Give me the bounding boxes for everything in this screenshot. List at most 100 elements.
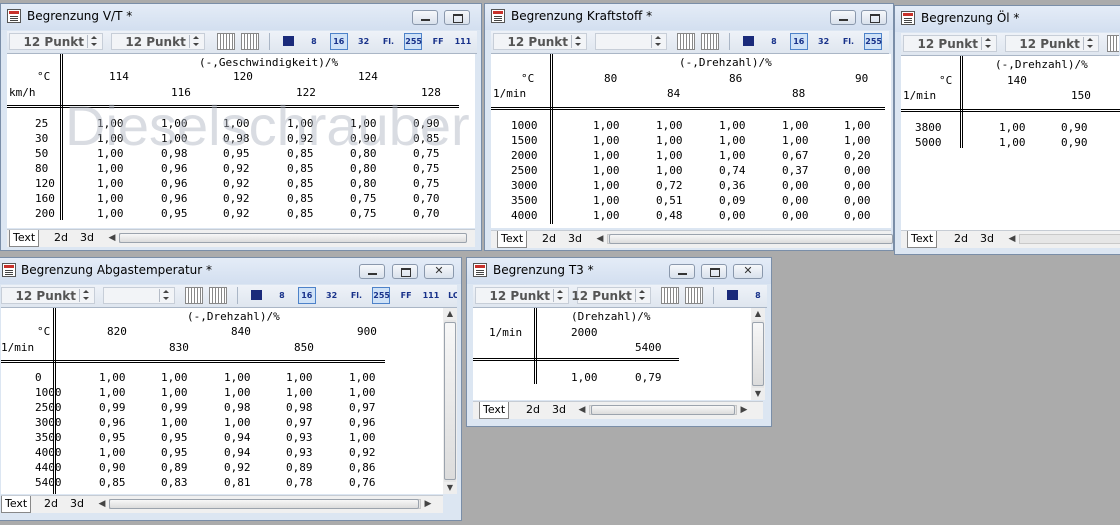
scroll-track[interactable]	[1019, 234, 1120, 244]
hex-view-icon[interactable]	[660, 287, 679, 304]
scroll-left-icon[interactable]: ◀	[97, 498, 107, 510]
block-view-icon[interactable]	[248, 287, 267, 304]
table-cell[interactable]: 0,85	[287, 207, 314, 221]
maximize-button[interactable]	[701, 264, 727, 279]
minimize-button[interactable]	[412, 10, 438, 25]
tab-3d[interactable]: 3d	[77, 230, 97, 246]
spin-icon[interactable]	[650, 35, 665, 48]
bits-32-button[interactable]: 32	[355, 33, 373, 50]
table-cell[interactable]: 1,00	[97, 162, 124, 176]
table-cell[interactable]: 1,00	[844, 119, 871, 133]
table-cell[interactable]: 1,00	[593, 164, 620, 178]
scroll-thumb[interactable]	[109, 499, 419, 509]
tab-text[interactable]: Text	[9, 230, 40, 247]
table-cell[interactable]: 0,78	[286, 476, 313, 490]
table-cell[interactable]: 0,98	[224, 401, 251, 415]
bits-8-button[interactable]: 8	[273, 287, 291, 304]
table-cell[interactable]: 0,00	[844, 164, 871, 178]
spin-icon[interactable]	[981, 37, 995, 50]
scroll-left-icon[interactable]: ◀	[595, 233, 605, 245]
table-cell[interactable]: 0,20	[844, 149, 871, 163]
hex-view-icon[interactable]	[216, 33, 235, 50]
table-cell[interactable]: 0,92	[287, 132, 314, 146]
lohi-button[interactable]: LOHI	[447, 287, 457, 304]
table-cell[interactable]: 1,00	[349, 386, 376, 400]
tab-2d[interactable]: 2d	[951, 231, 971, 247]
table-cell[interactable]: 0,98	[286, 401, 313, 415]
tab-text[interactable]: Text	[907, 231, 938, 248]
table-cell[interactable]: 0,75	[413, 162, 440, 176]
scroll-up-icon[interactable]: ▲	[751, 308, 765, 320]
table-view-icon[interactable]	[685, 287, 704, 304]
table-cell[interactable]: 0,75	[350, 207, 377, 221]
table-cell[interactable]: 1,00	[593, 119, 620, 133]
horizontal-scrollbar[interactable]: ◀ ▶	[97, 498, 443, 510]
tab-3d[interactable]: 3d	[977, 231, 997, 247]
font-size-select[interactable]: 12 Punkt	[571, 287, 651, 304]
table-cell[interactable]: 0,89	[286, 461, 313, 475]
float-button[interactable]: Fl.	[379, 33, 397, 50]
minimize-button[interactable]	[830, 10, 856, 25]
table-cell[interactable]: 0,90	[1061, 121, 1088, 135]
maximize-button[interactable]	[392, 264, 418, 279]
table-cell[interactable]: 1,00	[286, 371, 313, 385]
table-cell[interactable]: 0,80	[350, 177, 377, 191]
table-cell[interactable]: 1,00	[350, 117, 377, 131]
table-cell[interactable]: 0,70	[413, 207, 440, 221]
tab-3d[interactable]: 3d	[549, 402, 569, 418]
block-view-icon[interactable]	[280, 33, 299, 50]
font-size-select[interactable]: 12 Punkt	[110, 33, 205, 50]
table-cell[interactable]: 0,70	[413, 192, 440, 206]
vertical-scrollbar[interactable]: ▲ ▼	[751, 308, 765, 400]
font-size-select[interactable]: 12 Punkt	[475, 287, 569, 304]
decimal-255-button[interactable]: 255	[864, 33, 883, 50]
font-size-select[interactable]: 12 Punkt	[493, 33, 587, 50]
table-cell[interactable]: 0,98	[161, 147, 188, 161]
table-cell[interactable]: 0,85	[287, 192, 314, 206]
table-cell[interactable]: 0,99	[99, 401, 126, 415]
table-cell[interactable]: 1,00	[223, 117, 250, 131]
table-cell[interactable]: 1,00	[719, 149, 746, 163]
table-cell[interactable]: 1,00	[571, 371, 598, 385]
table-cell[interactable]: 1,00	[999, 136, 1026, 150]
font-size-select[interactable]: 12 Punkt	[1, 287, 95, 304]
title-bar[interactable]: Begrenzung T3 *	[467, 258, 771, 284]
table-cell[interactable]: 0,09	[719, 194, 746, 208]
table-cell[interactable]: 0,92	[223, 192, 250, 206]
scroll-right-icon[interactable]: ▶	[423, 498, 433, 510]
table-cell[interactable]: 1,00	[656, 149, 683, 163]
spin-icon[interactable]	[634, 289, 649, 302]
table-cell[interactable]: 0,86	[349, 461, 376, 475]
table-cell[interactable]: 1,00	[349, 431, 376, 445]
table-cell[interactable]: 0,80	[350, 162, 377, 176]
table-cell[interactable]: 0,00	[844, 209, 871, 223]
table-cell[interactable]: 1,00	[99, 386, 126, 400]
table-cell[interactable]: 1,00	[161, 132, 188, 146]
table-cell[interactable]: 0,96	[99, 416, 126, 430]
font-size-select[interactable]	[102, 287, 175, 304]
font-size-select[interactable]	[594, 33, 667, 50]
decimal-255-button[interactable]: 255	[372, 287, 391, 304]
spin-icon[interactable]	[1082, 37, 1097, 50]
table-cell[interactable]: 0,67	[782, 149, 809, 163]
table-cell[interactable]: 0,90	[99, 461, 126, 475]
table-cell[interactable]: 0,95	[99, 431, 126, 445]
table-cell[interactable]: 0,95	[161, 446, 188, 460]
binary-111-button[interactable]: 111	[422, 287, 440, 304]
table-cell[interactable]: 0,92	[224, 461, 251, 475]
table-cell[interactable]: 1,00	[224, 416, 251, 430]
table-cell[interactable]: 1,00	[97, 207, 124, 221]
tab-3d[interactable]: 3d	[565, 231, 585, 247]
table-cell[interactable]: 0,85	[287, 177, 314, 191]
table-cell[interactable]: 1,00	[999, 121, 1026, 135]
table-cell[interactable]: 0,93	[286, 431, 313, 445]
table-cell[interactable]: 1,00	[719, 134, 746, 148]
table-cell[interactable]: 1,00	[224, 386, 251, 400]
table-cell[interactable]: 0,96	[161, 192, 188, 206]
scroll-thumb[interactable]	[119, 233, 467, 243]
table-cell[interactable]: 1,00	[287, 117, 314, 131]
horizontal-scrollbar[interactable]: ◀	[107, 232, 475, 244]
table-cell[interactable]: 0,92	[223, 177, 250, 191]
minimize-button[interactable]	[669, 264, 695, 279]
table-cell[interactable]: 1,00	[286, 386, 313, 400]
